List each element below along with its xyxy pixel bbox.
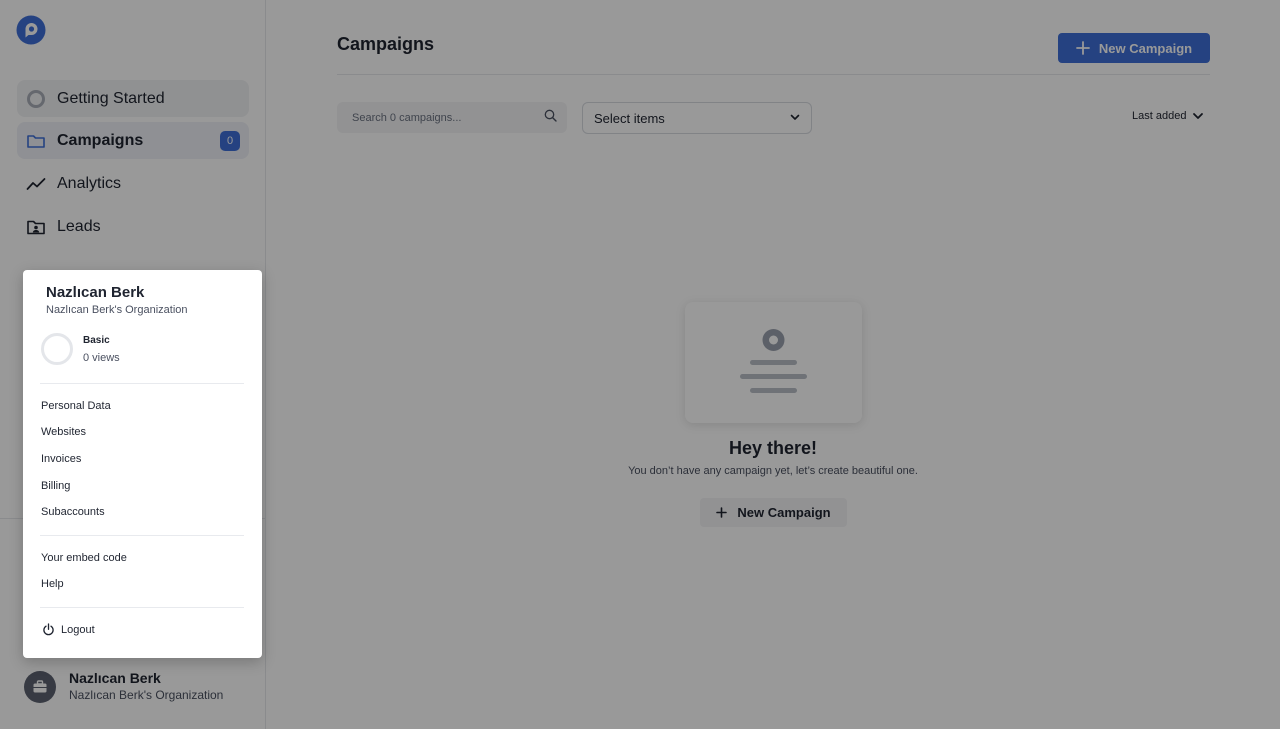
menu-item-embed-code[interactable]: Your embed code [41, 552, 127, 564]
power-icon [42, 623, 55, 636]
account-menu-popup: Nazlıcan Berk Nazlıcan Berk's Organizati… [23, 270, 262, 658]
menu-item-invoices[interactable]: Invoices [41, 453, 81, 465]
menu-item-help[interactable]: Help [41, 578, 64, 590]
popup-divider [40, 535, 244, 536]
plan-usage-ring-icon [41, 333, 73, 365]
popup-divider [40, 607, 244, 608]
popup-user-org: Nazlıcan Berk's Organization [46, 304, 188, 316]
logout-label: Logout [61, 623, 95, 636]
menu-item-websites[interactable]: Websites [37, 416, 92, 447]
menu-item-personal-data[interactable]: Personal Data [41, 400, 111, 412]
plan-name: Basic [83, 335, 110, 346]
menu-item-billing[interactable]: Billing [41, 480, 70, 492]
menu-item-subaccounts[interactable]: Subaccounts [41, 506, 105, 518]
popup-user-name: Nazlıcan Berk [46, 284, 145, 301]
plan-views: 0 views [83, 352, 120, 364]
popup-divider [40, 383, 244, 384]
app: Getting Started Campaigns 0 Analytics Le… [0, 0, 1280, 729]
logout-button[interactable]: Logout [42, 623, 95, 636]
